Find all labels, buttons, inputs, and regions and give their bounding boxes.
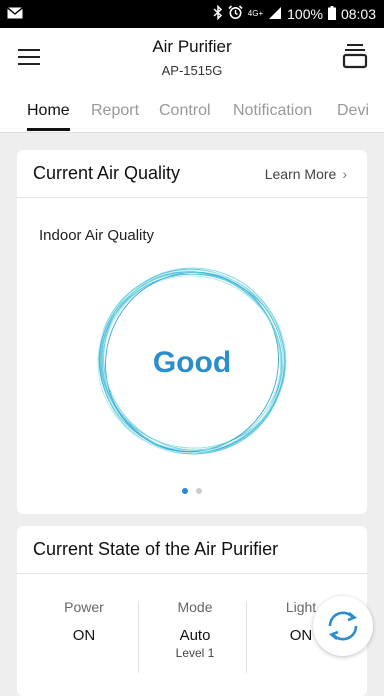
learn-more-link[interactable]: Learn More › bbox=[265, 166, 347, 182]
tab-report[interactable]: Report bbox=[91, 102, 139, 120]
power-value: ON bbox=[72, 627, 96, 644]
mode-level: Level 1 bbox=[175, 646, 215, 660]
purifier-state-title: Current State of the Air Purifier bbox=[33, 539, 279, 559]
learn-more-label: Learn More bbox=[264, 166, 337, 182]
battery-icon bbox=[327, 5, 336, 23]
divider bbox=[138, 601, 139, 673]
chevron-right-icon: › bbox=[342, 166, 347, 182]
mode-state: Mode Auto Level 1 bbox=[140, 599, 250, 660]
device-stack-icon[interactable] bbox=[342, 42, 368, 72]
page-title: Air Purifier bbox=[152, 37, 232, 56]
tab-device[interactable]: Devi bbox=[337, 102, 369, 120]
refresh-icon bbox=[328, 611, 358, 641]
air-quality-status: Good bbox=[152, 346, 232, 379]
alarm-icon bbox=[228, 5, 243, 23]
active-tab-indicator bbox=[27, 128, 70, 131]
pager-dot[interactable] bbox=[196, 488, 202, 494]
status-bar: 4G+ 100% 08:03 bbox=[0, 0, 384, 28]
mode-value: Auto bbox=[179, 627, 211, 644]
network-4g-icon: 4G+ bbox=[247, 9, 264, 18]
bluetooth-icon bbox=[213, 4, 223, 23]
indoor-air-quality-label: Indoor Air Quality bbox=[39, 227, 155, 244]
tab-bar: Home Report Control Notification Devi bbox=[0, 90, 384, 133]
power-label: Power bbox=[64, 599, 104, 615]
mode-label: Mode bbox=[177, 599, 213, 615]
tab-control[interactable]: Control bbox=[159, 102, 211, 120]
mail-icon bbox=[7, 6, 23, 22]
carousel-pager bbox=[17, 481, 367, 499]
air-quality-title: Current Air Quality bbox=[33, 163, 181, 183]
refresh-button[interactable] bbox=[313, 596, 373, 656]
device-model: AP-1515G bbox=[161, 63, 223, 78]
power-state: Power ON bbox=[29, 599, 139, 644]
app-header: Air Purifier AP-1515G bbox=[0, 28, 384, 90]
clock: 08:03 bbox=[340, 6, 376, 22]
signal-icon bbox=[268, 6, 282, 23]
air-quality-card-header: Current Air Quality Learn More › bbox=[17, 150, 367, 198]
tab-notification[interactable]: Notification bbox=[233, 102, 312, 120]
battery-percent: 100% bbox=[287, 6, 323, 22]
pager-dot[interactable] bbox=[182, 488, 188, 494]
air-quality-card: Current Air Quality Learn More › Indoor A… bbox=[17, 150, 367, 514]
purifier-state-card-header: Current State of the Air Purifier bbox=[17, 526, 367, 574]
tab-home[interactable]: Home bbox=[27, 102, 70, 120]
